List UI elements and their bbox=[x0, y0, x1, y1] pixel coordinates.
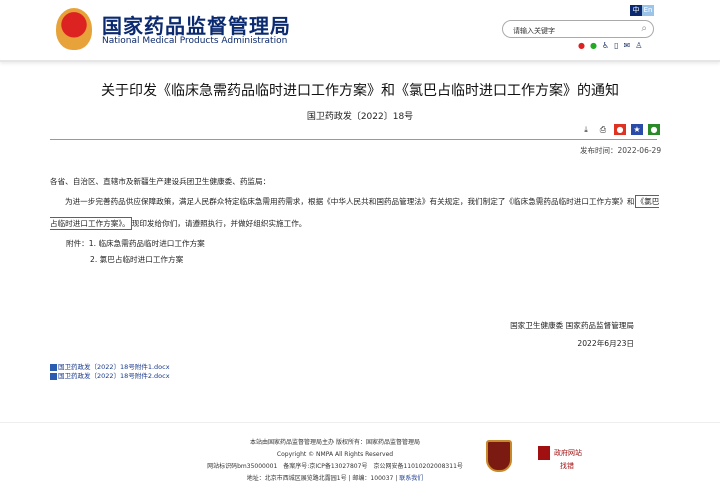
footer-icp: 网站标识码bm35000001 备案序号:京ICP备13027807号 京公网安… bbox=[207, 463, 463, 470]
footer-info: 本站由国家药品监督管理局主办 版权所有：国家药品监督管理局 Copyright … bbox=[200, 437, 470, 485]
footer-sponsor: 本站由国家药品监督管理局主办 版权所有：国家药品监督管理局 bbox=[250, 439, 420, 446]
search-input[interactable]: 请输入关键字 ⌕ bbox=[502, 20, 654, 38]
article-body: 各省、自治区、直辖市及新疆生产建设兵团卫生健康委、药监局： 为进一步完善药品供应… bbox=[50, 172, 660, 235]
language-switch: 中 En bbox=[630, 5, 654, 16]
mail-icon[interactable]: ✉ bbox=[624, 41, 631, 50]
publish-date: 发布时间：2022-06-29 bbox=[580, 146, 662, 155]
weibo-icon[interactable]: ● bbox=[578, 41, 585, 50]
footer-copyright: Copyright © NMPA All Rights Reserved bbox=[276, 451, 394, 458]
address-text: 地址：北京市西城区展览路北露园1号 | 邮编：100037 | bbox=[246, 475, 398, 482]
article-tools: ⤓ ⎙ ● ★ ● bbox=[580, 124, 660, 135]
site-header: 国家药品监督管理局 National Medical Products Admi… bbox=[0, 0, 720, 62]
gov-sub: 找错 bbox=[560, 462, 574, 470]
logo-title-cn[interactable]: 国家药品监督管理局 bbox=[102, 10, 291, 39]
share-qzone-icon[interactable]: ★ bbox=[631, 124, 643, 135]
national-emblem-logo[interactable] bbox=[56, 8, 92, 50]
word-file-icon bbox=[50, 372, 57, 380]
contact-us-link[interactable]: 联系我们 bbox=[399, 475, 423, 482]
attachment-item: 1. 临床急需药品临时进口工作方案 bbox=[88, 239, 205, 248]
signature: 国家卫生健康委 国家药品监督管理局 2022年6月23日 bbox=[510, 317, 634, 353]
user-icon[interactable]: ♙ bbox=[635, 41, 642, 50]
paragraph: 为进一步完善药品供应保障政策，满足人民群众特定临床急需用药需求，根据《中华人民共… bbox=[50, 191, 660, 235]
print-icon[interactable]: ⎙ bbox=[597, 124, 609, 135]
salutation: 各省、自治区、直辖市及新疆生产建设兵团卫生健康委、药监局： bbox=[50, 177, 271, 186]
attachments-label: 附件： bbox=[66, 239, 89, 248]
download-icon[interactable]: ⤓ bbox=[580, 124, 592, 135]
file-link-text[interactable]: 国卫药政发〔2022〕18号附件2.docx bbox=[58, 372, 170, 380]
paragraph-text: 为进一步完善药品供应保障政策，满足人民群众特定临床急需用药需求，根据《中华人民共… bbox=[65, 197, 635, 206]
word-file-icon bbox=[50, 363, 57, 371]
attachments-list: 附件：1. 临床急需药品临时进口工作方案 2. 氯巴占临时进口工作方案 bbox=[66, 236, 205, 268]
party-badge-icon[interactable] bbox=[486, 440, 512, 472]
header-icons: ● ● ♿ ▯ ✉ ♙ bbox=[578, 41, 642, 50]
gov-title: 政府网站 bbox=[554, 449, 582, 457]
lang-en-button[interactable]: En bbox=[642, 5, 654, 16]
lang-cn-button[interactable]: 中 bbox=[630, 5, 642, 16]
site-footer: 本站由国家药品监督管理局主办 版权所有：国家药品监督管理局 Copyright … bbox=[0, 422, 720, 488]
search-placeholder: 请输入关键字 bbox=[513, 27, 555, 35]
mobile-icon[interactable]: ▯ bbox=[614, 41, 618, 50]
magnifier-icon bbox=[538, 446, 550, 460]
accessibility-icon[interactable]: ♿ bbox=[602, 41, 609, 50]
wechat-icon[interactable]: ● bbox=[590, 41, 597, 50]
file-link[interactable]: 国卫药政发〔2022〕18号附件2.docx bbox=[50, 372, 170, 381]
logo-title-en[interactable]: National Medical Products Administration bbox=[102, 36, 287, 46]
file-links: 国卫药政发〔2022〕18号附件1.docx 国卫药政发〔2022〕18号附件2… bbox=[50, 363, 170, 381]
document-number: 国卫药政发〔2022〕18号 bbox=[306, 112, 414, 122]
search-icon[interactable]: ⌕ bbox=[641, 23, 647, 34]
divider bbox=[50, 139, 657, 140]
paragraph-text-end: 现印发给你们，请遵照执行，并做好组织实施工作。 bbox=[131, 219, 307, 228]
gov-site-error-link[interactable]: 政府网站 找错 bbox=[538, 446, 582, 472]
share-wechat-icon[interactable]: ● bbox=[648, 124, 660, 135]
attachment-item: 2. 氯巴占临时进口工作方案 bbox=[90, 255, 184, 264]
article-title: 关于印发《临床急需药品临时进口工作方案》和《氯巴占临时进口工作方案》的通知 bbox=[101, 83, 619, 99]
file-link[interactable]: 国卫药政发〔2022〕18号附件1.docx bbox=[50, 363, 170, 372]
footer-address: 地址：北京市西城区展览路北露园1号 | 邮编：100037 | 联系我们 bbox=[200, 473, 470, 485]
signers: 国家卫生健康委 国家药品监督管理局 bbox=[510, 321, 634, 330]
sign-date: 2022年6月23日 bbox=[577, 339, 634, 348]
file-link-text[interactable]: 国卫药政发〔2022〕18号附件1.docx bbox=[58, 363, 170, 371]
share-weibo-icon[interactable]: ● bbox=[614, 124, 626, 135]
